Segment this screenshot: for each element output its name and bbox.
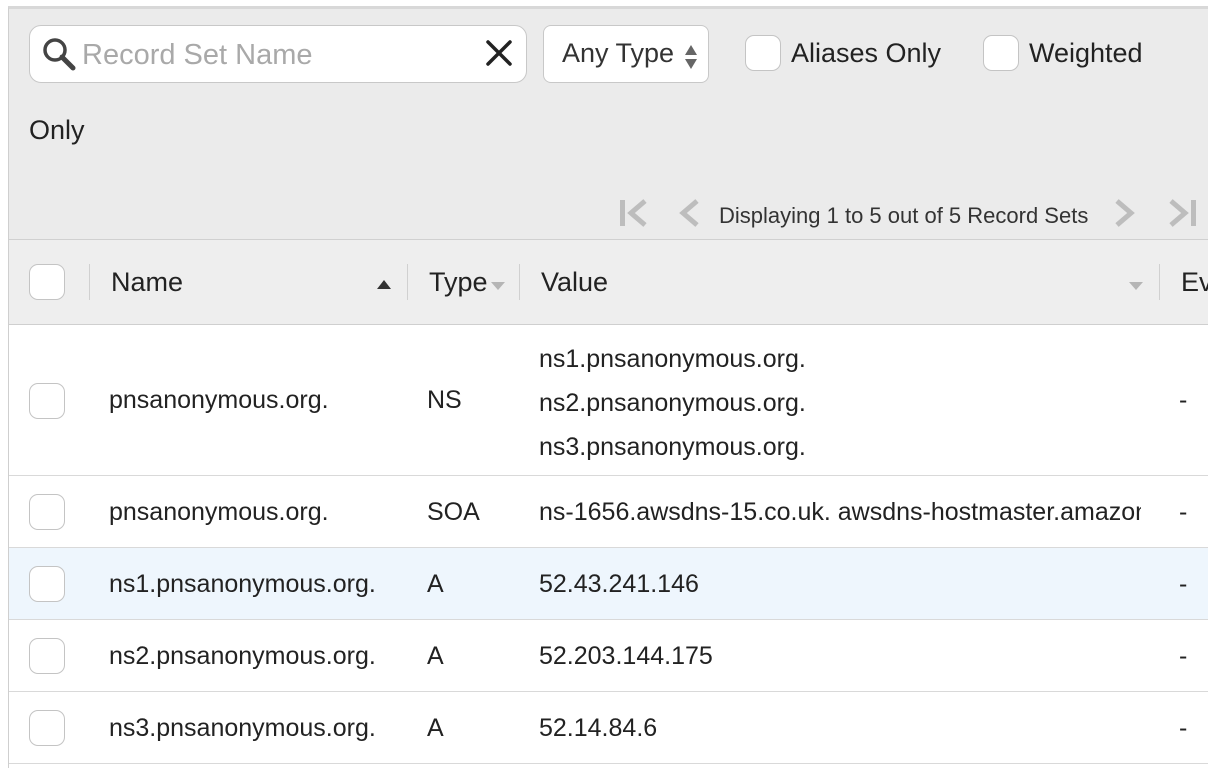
- record-evaluate: -: [1179, 642, 1188, 670]
- table-row[interactable]: pnsanonymous.org. NS ns1.pnsanonymous.or…: [9, 325, 1208, 476]
- search-box[interactable]: [29, 25, 527, 83]
- record-name: ns3.pnsanonymous.org.: [109, 714, 376, 742]
- table-row[interactable]: pnsanonymous.org. SOA ns-1656.awsdns-15.…: [9, 476, 1208, 548]
- record-value-line: ns2.pnsanonymous.org.: [539, 389, 806, 417]
- aliases-only-label: Aliases Only: [791, 38, 942, 68]
- prev-page-icon[interactable]: [677, 197, 701, 229]
- record-evaluate: -: [1179, 714, 1188, 742]
- record-value: 52.203.144.175: [539, 642, 713, 670]
- aliases-only-checkbox[interactable]: [745, 35, 781, 71]
- record-type: A: [427, 714, 444, 742]
- record-name: ns2.pnsanonymous.org.: [109, 642, 376, 670]
- aliases-only-filter[interactable]: Aliases Only: [745, 35, 941, 73]
- row-checkbox[interactable]: [29, 494, 65, 530]
- weighted-only-checkbox[interactable]: [983, 35, 1019, 71]
- table-row[interactable]: ns1.pnsanonymous.org. A 52.43.241.146 -: [9, 548, 1208, 620]
- record-type: NS: [427, 386, 462, 414]
- column-header-value[interactable]: Value: [541, 267, 608, 298]
- record-value: 52.14.84.6: [539, 714, 658, 742]
- table-row[interactable]: ns3.pnsanonymous.org. A 52.14.84.6 -: [9, 692, 1208, 764]
- close-icon[interactable]: [484, 38, 514, 68]
- column-divider: [407, 264, 408, 300]
- record-name: pnsanonymous.org.: [109, 498, 329, 526]
- sort-ascending-icon[interactable]: [377, 280, 391, 290]
- sort-menu-icon[interactable]: [1129, 282, 1143, 291]
- record-evaluate: -: [1179, 498, 1188, 526]
- row-checkbox[interactable]: [29, 566, 65, 602]
- weighted-only-label-wrap: Only: [29, 115, 85, 145]
- record-set-name-search-input[interactable]: [80, 33, 474, 77]
- table-header: Name Type Value Ev: [9, 239, 1208, 325]
- column-header-name[interactable]: Name: [111, 267, 183, 298]
- filter-toolbar: Any Type Aliases Only Weighted Only Disp…: [9, 9, 1208, 239]
- pagination-status: Displaying 1 to 5 out of 5 Record Sets: [719, 203, 1089, 228]
- weighted-only-label: Weighted: [1029, 38, 1143, 68]
- record-type: A: [427, 570, 444, 598]
- sort-menu-icon[interactable]: [491, 282, 505, 291]
- sort-arrows-icon: [685, 45, 697, 69]
- record-value-line: ns1.pnsanonymous.org.: [539, 345, 806, 373]
- record-value: 52.43.241.146: [539, 570, 699, 598]
- record-name: ns1.pnsanonymous.org.: [109, 570, 376, 598]
- row-checkbox[interactable]: [29, 710, 65, 746]
- column-header-type[interactable]: Type: [429, 267, 488, 298]
- record-evaluate: -: [1179, 386, 1188, 414]
- column-divider: [519, 264, 520, 300]
- search-icon: [43, 38, 76, 71]
- first-page-icon[interactable]: [617, 197, 651, 229]
- record-name: pnsanonymous.org.: [109, 386, 329, 414]
- record-type-select-value: Any Type: [562, 38, 675, 68]
- select-all-checkbox[interactable]: [29, 264, 65, 300]
- next-page-icon[interactable]: [1113, 197, 1137, 229]
- record-value: ns-1656.awsdns-15.co.uk. awsdns-hostmast…: [539, 498, 1141, 526]
- record-type: SOA: [427, 498, 480, 526]
- column-header-evaluate[interactable]: Ev: [1181, 267, 1208, 298]
- record-value: ns1.pnsanonymous.org. ns2.pnsanonymous.o…: [539, 337, 1141, 469]
- column-divider: [89, 264, 90, 300]
- row-checkbox[interactable]: [29, 383, 65, 419]
- record-value-line: ns3.pnsanonymous.org.: [539, 433, 806, 461]
- last-page-icon[interactable]: [1165, 197, 1199, 229]
- record-type-select[interactable]: Any Type: [543, 25, 709, 83]
- record-sets-panel: Any Type Aliases Only Weighted Only Disp…: [8, 6, 1208, 768]
- table-row[interactable]: ns2.pnsanonymous.org. A 52.203.144.175 -: [9, 620, 1208, 692]
- row-checkbox[interactable]: [29, 638, 65, 674]
- column-divider: [1159, 264, 1160, 300]
- weighted-only-filter[interactable]: Weighted: [983, 35, 1143, 73]
- record-type: A: [427, 642, 444, 670]
- record-evaluate: -: [1179, 570, 1188, 598]
